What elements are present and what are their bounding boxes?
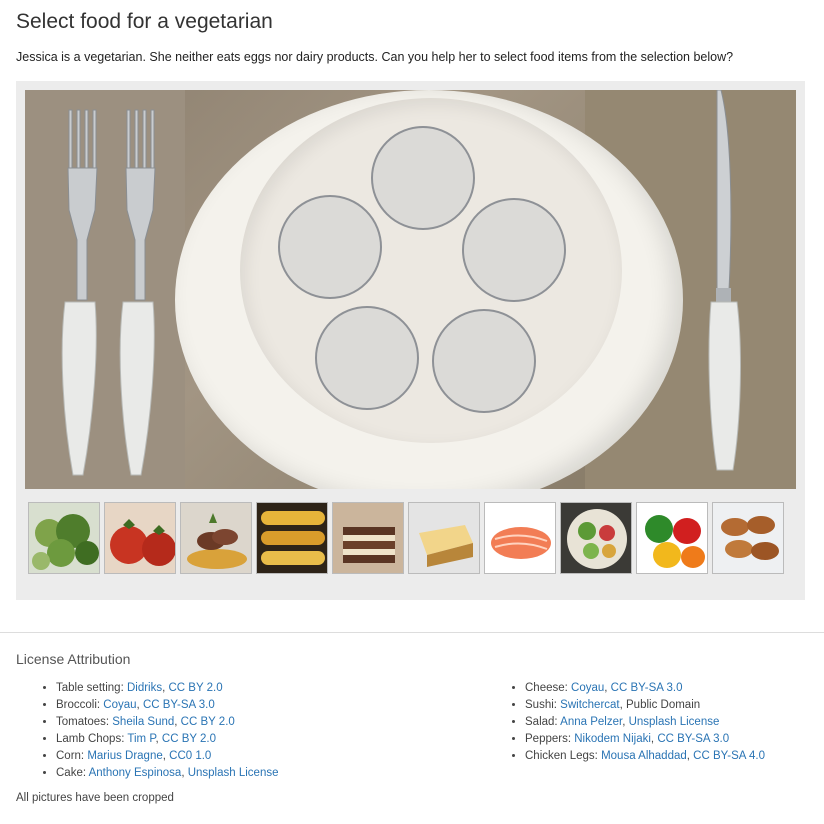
license-entry: Broccoli: Coyau, CC BY-SA 3.0 (56, 697, 278, 714)
author-link[interactable]: Sheila Sund (112, 716, 174, 728)
food-item-tomatoes[interactable] (104, 502, 176, 574)
food-item-salad[interactable] (560, 502, 632, 574)
license-link[interactable]: CC BY 2.0 (162, 733, 216, 745)
table-setting-image (25, 90, 796, 489)
license-link[interactable]: Unsplash License (629, 716, 720, 728)
license-link[interactable]: CC BY 2.0 (169, 682, 223, 694)
author-link[interactable]: Switchercat (560, 699, 619, 711)
license-entry: Cake: Anthony Espinosa, Unsplash License (56, 765, 278, 782)
section-divider (0, 632, 824, 633)
author-link[interactable]: Anthony Espinosa (89, 767, 182, 779)
food-item-sushi[interactable] (484, 502, 556, 574)
license-entry: Cheese: Coyau, CC BY-SA 3.0 (525, 680, 765, 697)
task-instructions: Jessica is a vegetarian. She neither eat… (16, 50, 734, 64)
license-list-left: Table setting: Didriks, CC BY 2.0 Brocco… (40, 680, 278, 782)
license-link[interactable]: CC BY-SA 4.0 (693, 750, 765, 762)
license-link[interactable]: CC BY-SA 3.0 (611, 682, 683, 694)
drop-slot-2[interactable] (278, 195, 382, 299)
food-item-chicken-legs[interactable] (712, 502, 784, 574)
food-item-cake[interactable] (332, 502, 404, 574)
license-entry: Sushi: Switchercat, Public Domain (525, 697, 765, 714)
drop-slot-5[interactable] (432, 309, 536, 413)
license-link[interactable]: CC0 1.0 (169, 750, 211, 762)
author-link[interactable]: Coyau (103, 699, 136, 711)
author-link[interactable]: Nikodem Nijaki (574, 733, 651, 745)
author-link[interactable]: Coyau (571, 682, 604, 694)
license-entry: Corn: Marius Dragne, CC0 1.0 (56, 748, 278, 765)
author-link[interactable]: Didriks (127, 682, 162, 694)
license-entry: Tomatoes: Sheila Sund, CC BY 2.0 (56, 714, 278, 731)
food-item-broccoli[interactable] (28, 502, 100, 574)
license-link[interactable]: Unsplash License (188, 767, 279, 779)
page-title: Select food for a vegetarian (16, 10, 273, 33)
license-entry: Peppers: Nikodem Nijaki, CC BY-SA 3.0 (525, 731, 765, 748)
crop-footnote: All pictures have been cropped (16, 792, 174, 804)
drop-slot-4[interactable] (315, 306, 419, 410)
license-entry: Table setting: Didriks, CC BY 2.0 (56, 680, 278, 697)
license-link[interactable]: CC BY-SA 3.0 (657, 733, 729, 745)
food-item-cheese[interactable] (408, 502, 480, 574)
food-item-corn[interactable] (256, 502, 328, 574)
author-link[interactable]: Anna Pelzer (560, 716, 622, 728)
license-heading: License Attribution (16, 651, 131, 667)
license-list-right: Cheese: Coyau, CC BY-SA 3.0 Sushi: Switc… (509, 680, 765, 765)
food-item-lamb-chops[interactable] (180, 502, 252, 574)
author-link[interactable]: Marius Dragne (87, 750, 162, 762)
knife-icon (708, 90, 741, 471)
license-entry: Salad: Anna Pelzer, Unsplash License (525, 714, 765, 731)
license-entry: Lamb Chops: Tim P, CC BY 2.0 (56, 731, 278, 748)
license-entry: Chicken Legs: Mousa Alhaddad, CC BY-SA 4… (525, 748, 765, 765)
license-link[interactable]: CC BY-SA 3.0 (143, 699, 215, 711)
author-link[interactable]: Tim P (127, 733, 155, 745)
food-selection-game (16, 81, 805, 600)
license-link[interactable]: CC BY 2.0 (181, 716, 235, 728)
drop-slot-1[interactable] (371, 126, 475, 230)
author-link[interactable]: Mousa Alhaddad (601, 750, 687, 762)
fork-icon (61, 109, 156, 476)
license-text: Public Domain (626, 699, 701, 711)
drop-slot-3[interactable] (462, 198, 566, 302)
food-item-peppers[interactable] (636, 502, 708, 574)
